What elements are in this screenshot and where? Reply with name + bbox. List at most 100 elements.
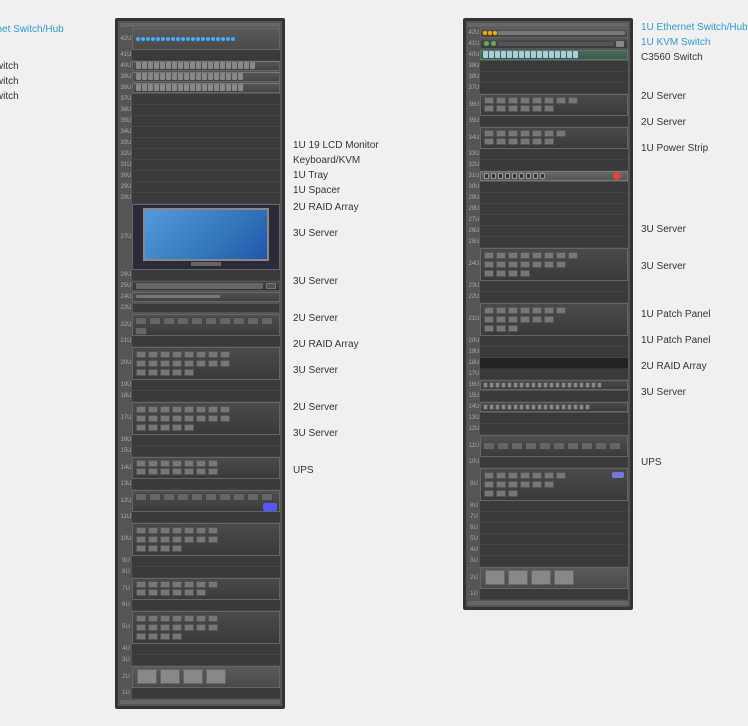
- rack2-frame: 42U 41U: [463, 18, 633, 610]
- rack1-row-42: 42U: [120, 28, 280, 50]
- rack2-row-11: 11U: [468, 435, 628, 457]
- rack1-label-server1: 3U Server: [293, 226, 443, 241]
- monitor-screen: [143, 208, 269, 261]
- rack1-label-server4: 3U Server: [293, 363, 443, 378]
- rack1-row-13: 13U: [120, 479, 280, 490]
- rack1-label-monitor: 1U 19 LCD Monitor: [293, 138, 443, 153]
- rack2-row-21: 21U: [468, 303, 628, 336]
- rack2-row-39: 39U: [468, 61, 628, 72]
- rack1-frame: 42U: [115, 18, 285, 709]
- rack2-row-12: 12U: [468, 424, 628, 435]
- rack2-label-server4: 3U Server: [641, 259, 748, 274]
- rack1-row-15: 15U: [120, 446, 280, 457]
- rack2-row-10: 10U: [468, 457, 628, 468]
- rack1-row-32: 32U: [120, 149, 280, 160]
- rack2-row-26: 26U: [468, 226, 628, 237]
- rack1-row-12: 12U: [120, 490, 280, 512]
- rack1-label-spacer: 1U Spacer: [293, 183, 443, 198]
- rack1-row-29: 29U: [120, 182, 280, 193]
- rack2-row-16: 16U: [468, 380, 628, 391]
- rack2-label-eth: 1U Ethernet Switch/Hub: [641, 20, 748, 35]
- rack1-wrapper: 2U Ethernet Switch/Hub C2960 Switch C296…: [0, 18, 443, 709]
- rack1-row-16: 16U: [120, 435, 280, 446]
- rack2-row-42: 42U: [468, 28, 628, 39]
- rack2-label-server5: 3U Server: [641, 385, 748, 400]
- rack1-row-41: 41U: [120, 50, 280, 61]
- rack1-label-ups: UPS: [293, 463, 443, 478]
- rack2-row-18: 18U: [468, 358, 628, 369]
- rack1-label-server3: 2U Server: [293, 311, 443, 326]
- label-2u-eth: 2U Ethernet Switch/Hub: [0, 22, 107, 37]
- rack2-row-15: 15U: [468, 391, 628, 402]
- rack2-row-1: 1U: [468, 589, 628, 600]
- rack1-row-21: 21U: [120, 336, 280, 347]
- rack2-right-labels: 1U Ethernet Switch/Hub 1U KVM Switch C35…: [641, 18, 748, 470]
- rack2-label-patch2: 1U Patch Panel: [641, 333, 748, 348]
- rack1-label-tray: 1U Tray: [293, 168, 443, 183]
- rack2-row-7: 7U: [468, 512, 628, 523]
- rack1-right-labels: 1U 19 LCD Monitor Keyboard/KVM 1U Tray 1…: [293, 18, 443, 478]
- rack1-row-28: 28U: [120, 193, 280, 204]
- rack2-row-3: 3U: [468, 556, 628, 567]
- rack1: 42U: [115, 18, 285, 709]
- page-container: 2U Ethernet Switch/Hub C2960 Switch C296…: [0, 18, 748, 709]
- rack1-row-7: 7U: [120, 578, 280, 600]
- rack2-row-37: 37U: [468, 83, 628, 94]
- rack2-row-38: 38U: [468, 72, 628, 83]
- rack2-wrapper: 42U 41U: [463, 18, 748, 610]
- rack2-label-server2: 2U Server: [641, 115, 748, 130]
- rack1-row-34: 34U: [120, 127, 280, 138]
- rack1-row-22: 22U: [120, 314, 280, 336]
- rack1-label-server2: 3U Server: [293, 274, 443, 289]
- rack1-row-27: 27U: [120, 204, 280, 270]
- rack2-row-9: 9U: [468, 468, 628, 501]
- rack2-row-8: 8U: [468, 501, 628, 512]
- rack2-label-kvm: 1U KVM Switch: [641, 35, 748, 50]
- rack1-row-18: 18U: [120, 391, 280, 402]
- rack2-row-17: 17U: [468, 369, 628, 380]
- rack1-row-30: 30U: [120, 171, 280, 182]
- rack1-row-8: 8U: [120, 567, 280, 578]
- rack2-row-24: 24U: [468, 248, 628, 281]
- rack2-row-14: 14U: [468, 402, 628, 413]
- rack1-row-9: 9U: [120, 556, 280, 567]
- rack2-label-server3: 3U Server: [641, 222, 748, 237]
- rack2: 42U 41U: [463, 18, 633, 610]
- rack1-row-37: 37U: [120, 94, 280, 105]
- rack1-row-24: 24U: [120, 292, 280, 303]
- rack2-row-2: 2U: [468, 567, 628, 589]
- rack2-row-22: 22U: [468, 292, 628, 303]
- rack1-row-14: 14U: [120, 457, 280, 479]
- rack2-label-ups: UPS: [641, 455, 748, 470]
- rack2-row-20: 20U: [468, 336, 628, 347]
- rack2-row-32: 32U: [468, 160, 628, 171]
- monitor-base: [191, 262, 221, 266]
- rack2-row-41: 41U: [468, 39, 628, 50]
- rack2-row-33: 33U: [468, 149, 628, 160]
- rack1-row-11: 11U: [120, 512, 280, 523]
- rack1-label-server5: 2U Server: [293, 400, 443, 415]
- rack2-row-5: 5U: [468, 534, 628, 545]
- label-c2960-2: C2960 Switch: [0, 74, 107, 89]
- rack1-label-server6: 3U Server: [293, 426, 443, 441]
- rack1-row-31: 31U: [120, 160, 280, 171]
- rack1-row-10: 10U: [120, 523, 280, 556]
- rack1-row-1: 1U: [120, 688, 280, 699]
- rack2-row-36: 36U: [468, 94, 628, 116]
- rack2-row-23: 23U: [468, 281, 628, 292]
- rack1-row-38: 38U: [120, 83, 280, 94]
- rack2-label-raid: 2U RAID Array: [641, 359, 748, 374]
- rack2-row-27: 27U: [468, 215, 628, 226]
- rack2-row-34: 34U: [468, 127, 628, 149]
- rack2-row-30: 30U: [468, 182, 628, 193]
- rack2-label-powerstrip: 1U Power Strip: [641, 141, 748, 156]
- rack1-row-4: 4U: [120, 644, 280, 655]
- rack1-row-3: 3U: [120, 655, 280, 666]
- rack2-row-6: 6U: [468, 523, 628, 534]
- rack1-row-35: 35U: [120, 116, 280, 127]
- rack1-row-2: 2U: [120, 666, 280, 688]
- rack1-row-40: 40U: [120, 61, 280, 72]
- rack2-row-13: 13U: [468, 413, 628, 424]
- rack1-row-36: 36U: [120, 105, 280, 116]
- rack2-row-31: 31U: [468, 171, 628, 182]
